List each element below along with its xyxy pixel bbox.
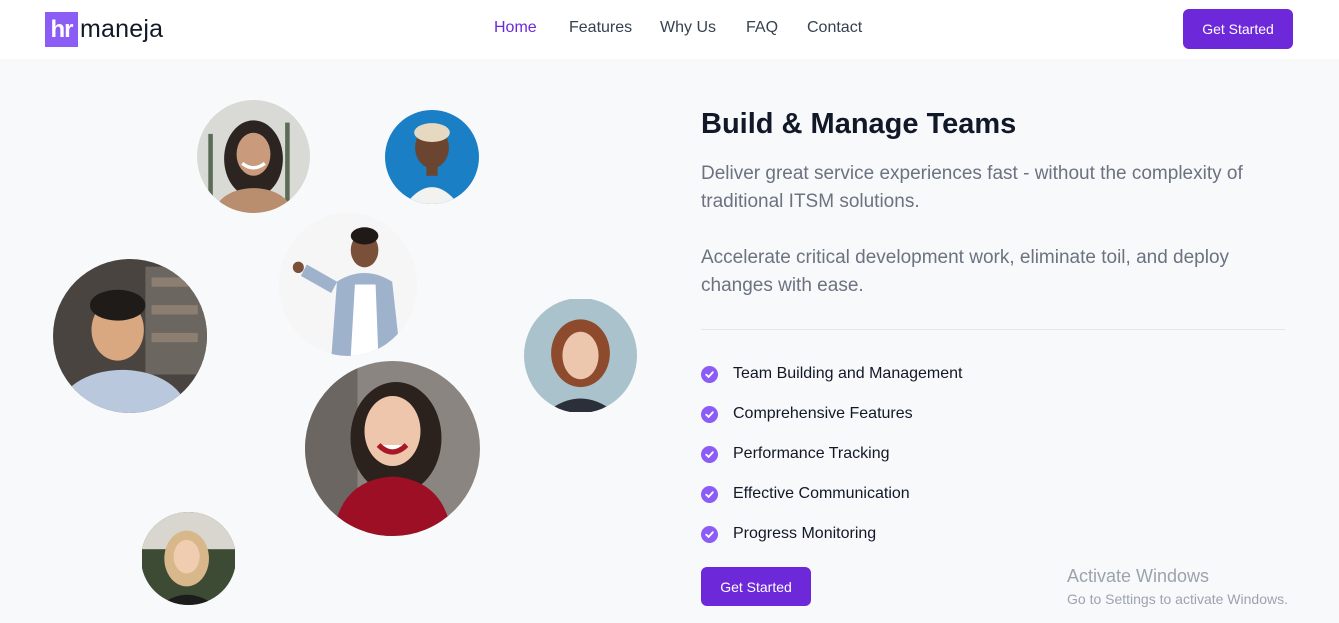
hero-description: Accelerate critical development work, el… xyxy=(701,247,1230,296)
avatar-photo xyxy=(524,298,637,413)
logo-mark: hr xyxy=(45,12,78,47)
feature-label: Team Building and Management xyxy=(733,365,963,382)
divider xyxy=(701,329,1285,330)
avatar-photo xyxy=(53,259,207,413)
activation-watermark-title: Activate Windows xyxy=(1067,566,1210,586)
check-circle-icon xyxy=(701,445,718,463)
feature-label: Progress Monitoring xyxy=(733,525,877,542)
check-circle-icon xyxy=(701,525,718,543)
logo-text: maneja xyxy=(80,15,164,43)
check-circle-icon xyxy=(701,485,718,503)
nav-faq[interactable]: FAQ xyxy=(746,19,778,37)
header: hr maneja Home Features Why Us FAQ Conta… xyxy=(0,0,1339,59)
hero-title: Build & Manage Teams xyxy=(701,108,1017,140)
feature-label: Effective Communication xyxy=(733,485,910,502)
list-item: Progress Monitoring xyxy=(701,525,876,543)
nav-contact[interactable]: Contact xyxy=(807,19,862,37)
check-circle-icon xyxy=(701,365,718,383)
list-item: Comprehensive Features xyxy=(701,405,913,423)
list-item: Team Building and Management xyxy=(701,365,962,383)
nav-why-us[interactable]: Why Us xyxy=(660,19,716,37)
avatar-photo xyxy=(141,512,236,605)
avatar-photo xyxy=(305,361,480,536)
hero-description: Deliver great service experiences fast -… xyxy=(701,163,1243,212)
logo[interactable]: hr maneja xyxy=(45,12,163,47)
header-get-started-button[interactable]: Get Started xyxy=(1183,9,1293,49)
avatar-photo xyxy=(197,100,310,213)
avatar-photo xyxy=(279,213,417,356)
feature-label: Performance Tracking xyxy=(733,445,890,462)
nav-home[interactable]: Home xyxy=(494,19,537,37)
check-circle-icon xyxy=(701,405,718,423)
avatar-photo xyxy=(385,110,479,204)
list-item: Performance Tracking xyxy=(701,445,890,463)
list-item: Effective Communication xyxy=(701,485,910,503)
feature-label: Comprehensive Features xyxy=(733,405,913,422)
hero-get-started-button[interactable]: Get Started xyxy=(701,567,811,606)
nav-features[interactable]: Features xyxy=(569,19,632,37)
activation-watermark-subtitle: Go to Settings to activate Windows. xyxy=(1067,591,1288,607)
